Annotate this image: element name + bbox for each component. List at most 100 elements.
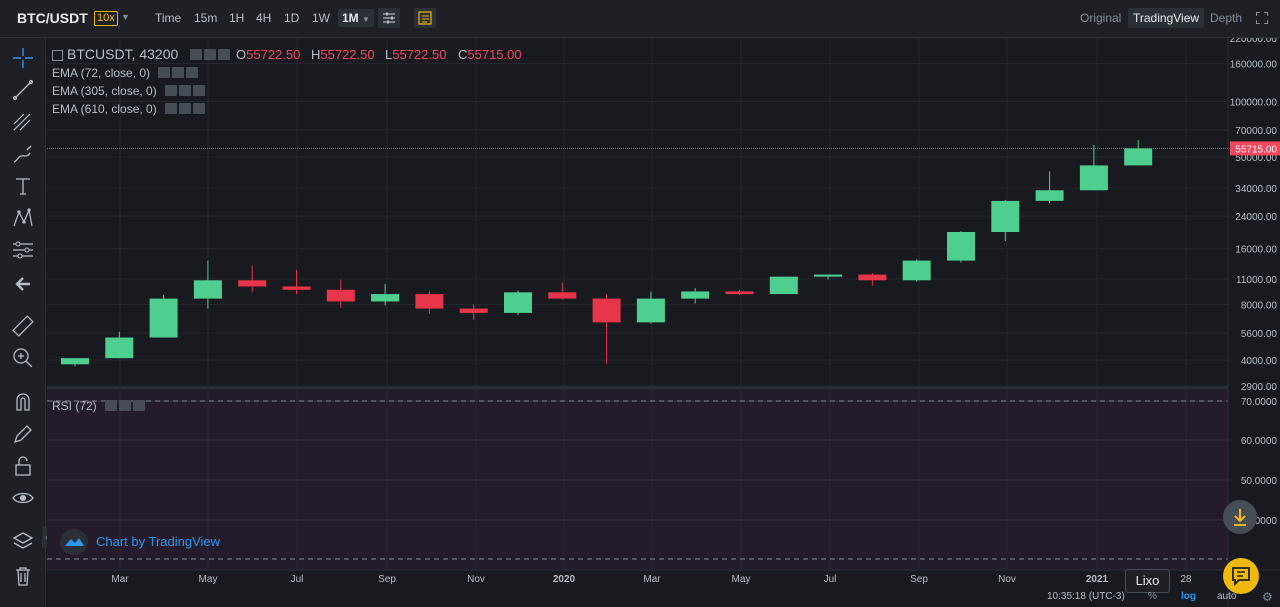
legend-symbol-label: BTCUSDT, 43200 bbox=[67, 46, 179, 62]
unlock-icon bbox=[15, 456, 31, 476]
time-tick-label: 28 bbox=[1180, 574, 1192, 585]
time-tick-label: Sep bbox=[910, 574, 928, 585]
price-tick-label: 16000.00 bbox=[1235, 245, 1277, 256]
rsi-tick-label: 50.0000 bbox=[1241, 476, 1278, 487]
legend-ema-305: EMA (305, close, 0) bbox=[52, 84, 207, 99]
legend-ema-72: EMA (72, close, 0) bbox=[52, 66, 200, 81]
visibility-tool[interactable] bbox=[11, 486, 35, 510]
pair-title[interactable]: BTC/USDT bbox=[17, 10, 88, 26]
candle-body bbox=[1079, 165, 1108, 191]
time-tick-label: May bbox=[199, 574, 218, 585]
interval-1w[interactable]: 1W bbox=[312, 11, 330, 25]
sliders-icon bbox=[383, 12, 395, 24]
legend-actions[interactable] bbox=[104, 399, 147, 414]
ohlc-low: L55722.50 bbox=[385, 47, 447, 62]
view-tradingview[interactable]: TradingView bbox=[1128, 8, 1205, 28]
last-price-label: 55715.00 bbox=[1235, 144, 1277, 155]
legend-ema-610: EMA (610, close, 0) bbox=[52, 102, 207, 117]
trend-line-icon bbox=[12, 79, 34, 101]
candle-body bbox=[947, 231, 975, 261]
chart-container[interactable]: 220000.00 160000.00 100000.00 70000.00 50000… bbox=[47, 38, 1280, 607]
legend-actions[interactable] bbox=[190, 47, 232, 63]
ohlc-open: O55722.50 bbox=[236, 47, 301, 62]
lock-tool[interactable] bbox=[11, 454, 35, 478]
list-icon bbox=[418, 11, 432, 25]
price-tick-label: 4000.00 bbox=[1241, 356, 1278, 367]
view-original[interactable]: Original bbox=[1080, 11, 1121, 25]
chevron-down-icon[interactable]: ▼ bbox=[121, 12, 130, 22]
price-tick-label: 5600.00 bbox=[1241, 329, 1278, 340]
download-button[interactable] bbox=[1223, 500, 1257, 534]
text-icon bbox=[16, 178, 30, 195]
price-tick-label: 160000.00 bbox=[1230, 60, 1278, 71]
stay-drawing-tool[interactable] bbox=[11, 422, 35, 446]
candle-body bbox=[238, 280, 267, 287]
interval-time[interactable]: Time bbox=[155, 11, 181, 25]
time-tick-label: Mar bbox=[643, 574, 661, 585]
leverage-badge[interactable]: 10x bbox=[94, 11, 118, 26]
trash-icon bbox=[16, 567, 30, 586]
candle-body bbox=[193, 280, 222, 299]
interval-4h[interactable]: 4H bbox=[256, 11, 271, 25]
tradingview-watermark[interactable]: Chart by TradingView bbox=[58, 527, 228, 555]
download-icon bbox=[1234, 509, 1246, 526]
time-tick-label: May bbox=[732, 574, 751, 585]
chat-icon bbox=[1232, 567, 1250, 587]
legend-actions[interactable] bbox=[158, 66, 200, 81]
fullscreen-icon[interactable] bbox=[1256, 12, 1268, 24]
indicator-settings-button[interactable] bbox=[378, 8, 400, 28]
auto-toggle[interactable]: auto bbox=[1217, 591, 1236, 602]
back-tool[interactable] bbox=[11, 272, 35, 296]
candle-body bbox=[636, 298, 665, 323]
clock[interactable]: 10:35:18 (UTC-3) bbox=[1047, 591, 1125, 602]
layers-icon bbox=[12, 532, 34, 549]
delete-tool[interactable] bbox=[11, 564, 35, 588]
brush-icon bbox=[13, 145, 32, 163]
pattern-tool[interactable] bbox=[11, 206, 35, 230]
percent-toggle[interactable]: % bbox=[1148, 591, 1157, 602]
pitchfork-tool[interactable] bbox=[11, 110, 35, 134]
log-toggle[interactable]: log bbox=[1181, 591, 1196, 602]
crosshair-tool[interactable] bbox=[11, 46, 35, 70]
measure-tool[interactable] bbox=[11, 314, 35, 338]
interval-1h[interactable]: 1H bbox=[229, 11, 244, 25]
interval-1m-label: 1M bbox=[342, 11, 359, 25]
layers-tool[interactable] bbox=[11, 530, 35, 554]
rsi-tick-label: 70.0000 bbox=[1241, 397, 1278, 408]
price-tick-label: 100000.00 bbox=[1230, 97, 1278, 108]
legend-rsi: RSI (72) bbox=[52, 399, 147, 414]
zoom-tool[interactable] bbox=[11, 346, 35, 370]
tradingview-logo-icon bbox=[60, 529, 88, 555]
legend-actions[interactable] bbox=[164, 84, 207, 99]
text-tool[interactable] bbox=[11, 174, 35, 198]
candlestick-chart[interactable]: 220000.00160000.00100000.0070000.0050000… bbox=[47, 38, 1280, 607]
crosshair-icon bbox=[13, 48, 33, 68]
price-tick-label: 220000.00 bbox=[1230, 38, 1278, 45]
trend-line-tool[interactable] bbox=[11, 78, 35, 102]
prediction-tool[interactable] bbox=[11, 238, 35, 262]
magnet-icon bbox=[16, 393, 30, 411]
time-tick-label: Jul bbox=[291, 574, 304, 585]
eye-icon bbox=[12, 492, 34, 504]
candle-body bbox=[149, 298, 178, 338]
gear-icon[interactable]: ⚙ bbox=[1262, 590, 1273, 604]
brush-tool[interactable] bbox=[11, 142, 35, 166]
candle-body bbox=[725, 291, 754, 295]
candle-body bbox=[814, 274, 843, 277]
rsi-tick-label: 60.0000 bbox=[1241, 436, 1278, 447]
prediction-icon bbox=[13, 241, 33, 259]
collapse-icon[interactable] bbox=[52, 49, 63, 61]
interval-1m[interactable]: 1M ▼ bbox=[338, 9, 374, 27]
magnet-tool[interactable] bbox=[11, 390, 35, 414]
candle-body bbox=[681, 291, 710, 299]
view-depth[interactable]: Depth bbox=[1210, 11, 1242, 25]
watermark-label: Chart by TradingView bbox=[96, 534, 221, 549]
candle-body bbox=[1035, 190, 1064, 201]
interval-15m[interactable]: 15m bbox=[194, 11, 217, 25]
notes-button[interactable] bbox=[414, 8, 436, 28]
chat-button[interactable] bbox=[1223, 558, 1259, 594]
interval-1d[interactable]: 1D bbox=[284, 11, 299, 25]
candle-body bbox=[371, 294, 400, 302]
price-tick-label: 24000.00 bbox=[1235, 212, 1277, 223]
legend-actions[interactable] bbox=[164, 102, 207, 117]
